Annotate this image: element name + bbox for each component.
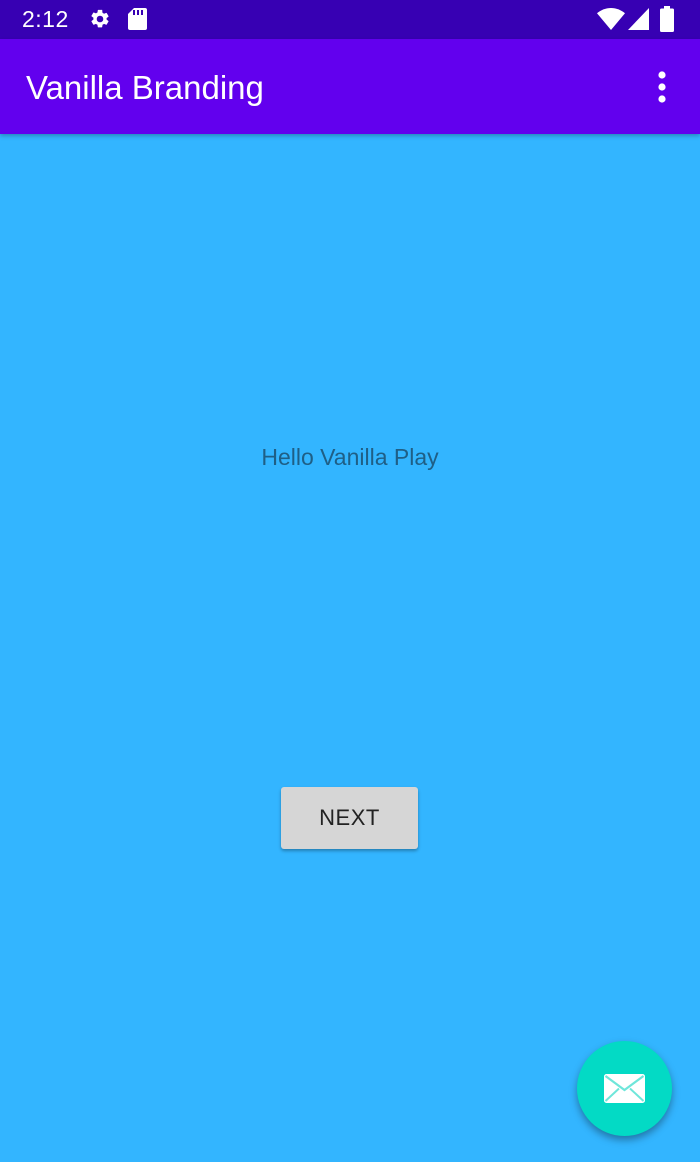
sd-card-icon [128, 8, 147, 30]
status-time: 2:12 [22, 6, 69, 32]
next-button[interactable]: NEXT [281, 787, 418, 849]
email-fab[interactable] [577, 1041, 672, 1136]
battery-icon [660, 6, 674, 32]
app-title: Vanilla Branding [26, 69, 264, 106]
status-bar: 2:12 [0, 0, 700, 39]
email-icon [604, 1074, 645, 1103]
app-screen: 2:12 Vanilla Branding Hello Vanilla Play… [0, 0, 700, 1162]
wifi-icon [597, 8, 625, 30]
app-bar: Vanilla Branding [0, 39, 700, 134]
more-vert-icon [658, 71, 666, 103]
gear-icon [91, 9, 109, 28]
hello-text: Hello Vanilla Play [261, 444, 439, 470]
cell-signal-icon [628, 8, 649, 30]
more-options-button[interactable] [642, 63, 682, 111]
